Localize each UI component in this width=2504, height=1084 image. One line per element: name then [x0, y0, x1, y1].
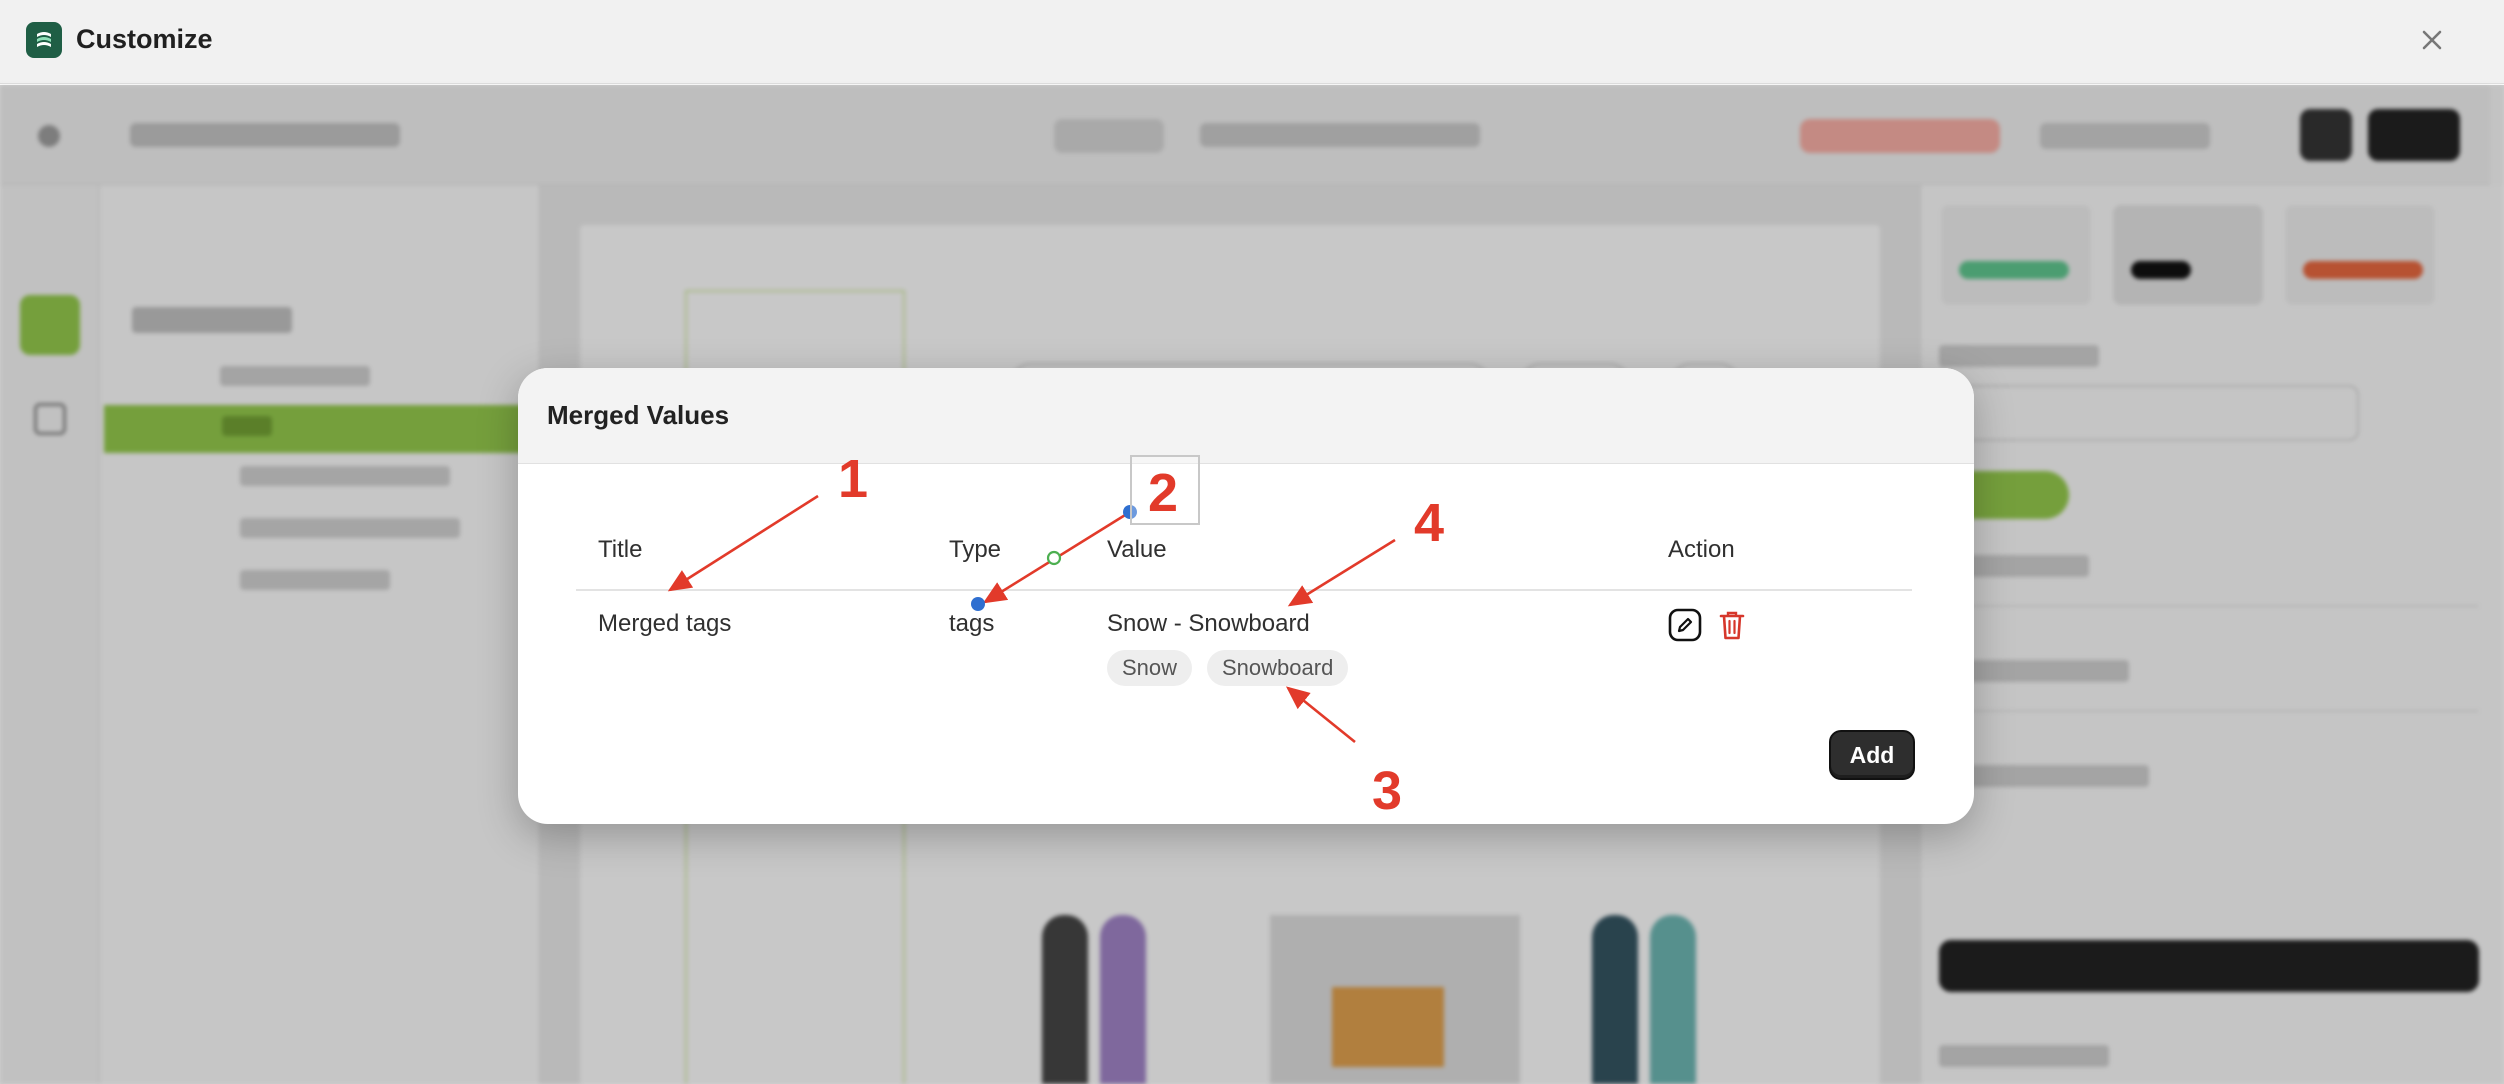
column-header-title: Title — [598, 536, 643, 563]
close-icon[interactable] — [2412, 20, 2452, 60]
add-button[interactable]: Add — [1829, 730, 1915, 780]
merged-values-modal: Merged Values Title Type Value Action Me… — [518, 368, 1974, 824]
column-header-value: Value — [1107, 536, 1167, 563]
table-header-divider — [576, 589, 1912, 591]
modal-header: Merged Values — [518, 368, 1974, 464]
value-chip: Snowboard — [1207, 650, 1349, 686]
row-type: tags — [949, 610, 995, 637]
window-title: Customize — [76, 24, 213, 54]
annotation-label-2: 2 — [1148, 463, 1179, 523]
row-title: Merged tags — [598, 610, 732, 637]
value-chip: Snow — [1107, 650, 1193, 686]
annotation-label-3: 3 — [1372, 761, 1403, 821]
window-titlebar: Customize — [0, 0, 2504, 84]
column-header-type: Type — [949, 536, 1002, 563]
trash-icon[interactable] — [1714, 607, 1750, 643]
annotation-label-4: 4 — [1414, 493, 1445, 553]
annotation-label-1: 1 — [838, 449, 869, 509]
modal-title: Merged Values — [547, 400, 730, 430]
row-value: Snow - Snowboard — [1107, 610, 1310, 637]
edit-icon[interactable] — [1667, 607, 1703, 643]
app-logo-icon — [26, 22, 62, 58]
column-header-action: Action — [1668, 536, 1735, 563]
